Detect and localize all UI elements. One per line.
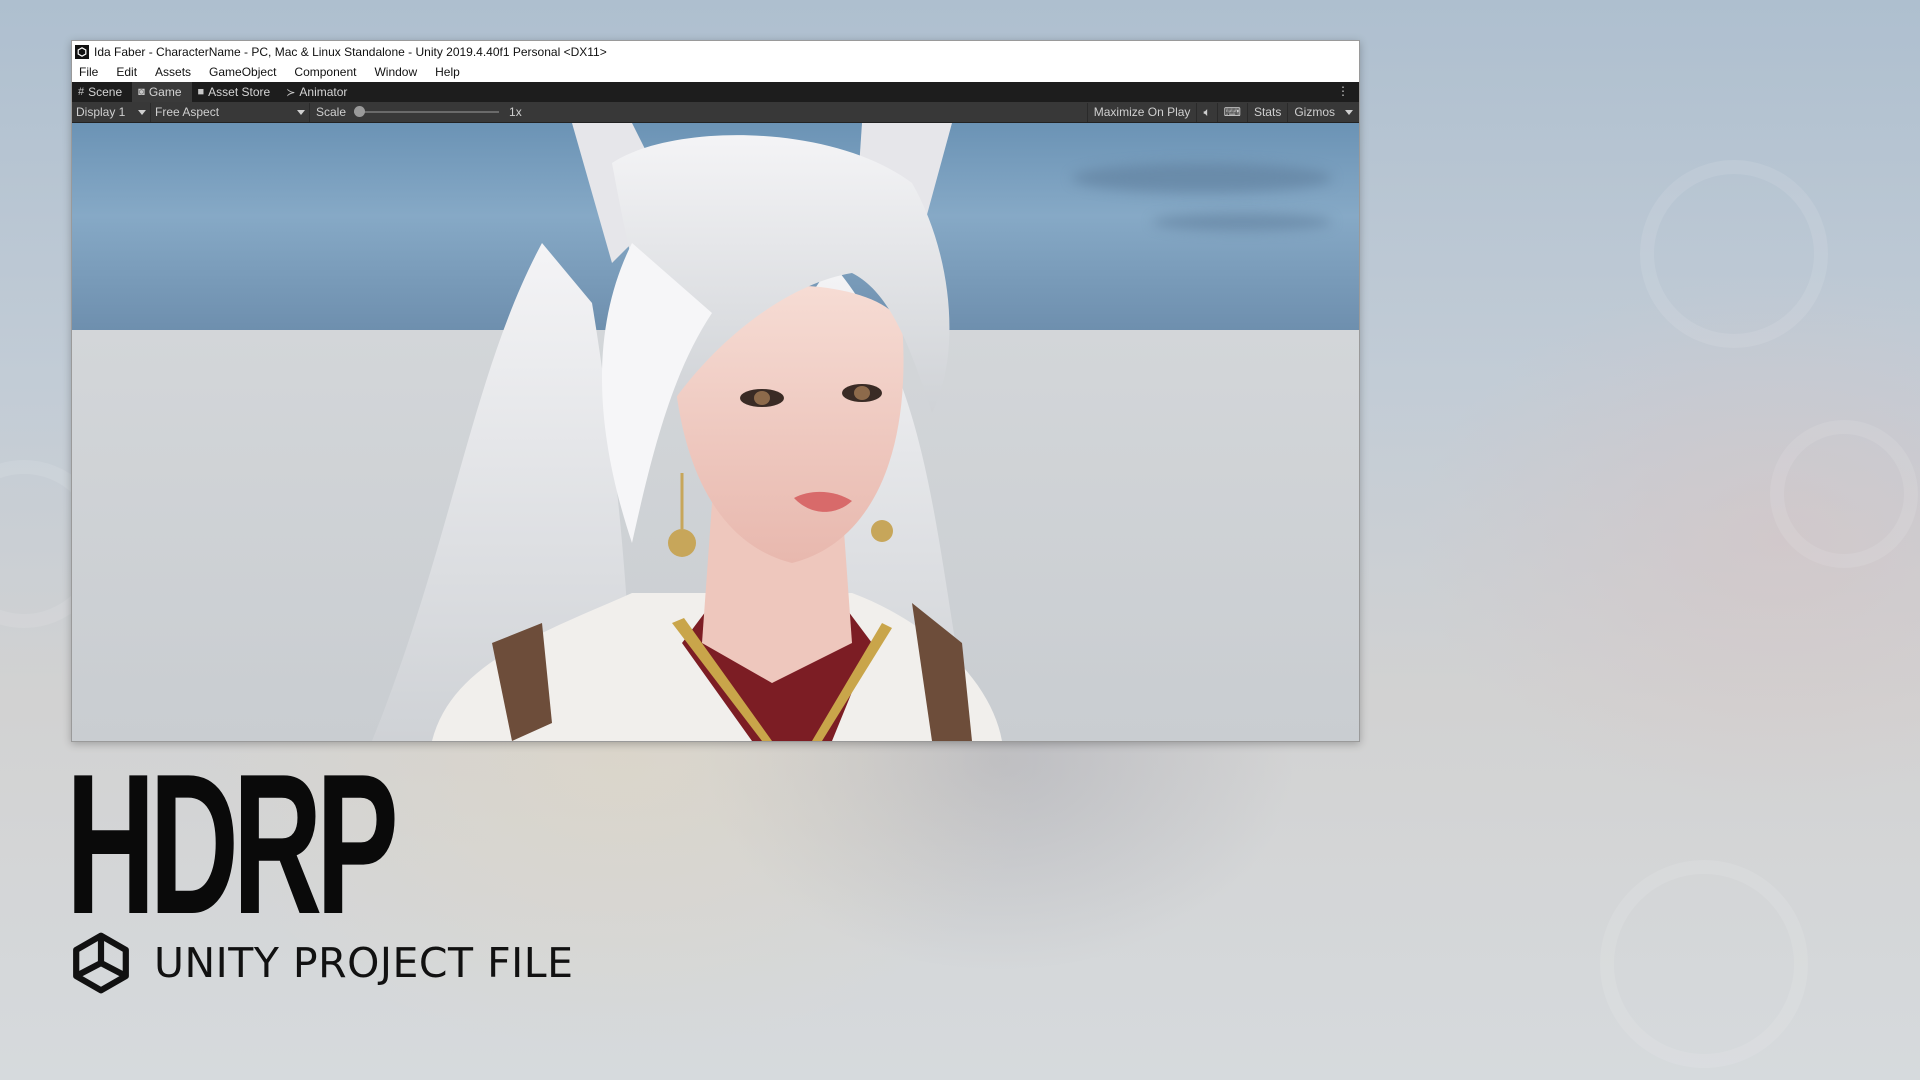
- aspect-dropdown[interactable]: Free Aspect: [151, 102, 310, 122]
- subheadline-text: UNITY PROJECT FILE: [154, 939, 574, 987]
- scale-label: Scale: [316, 105, 347, 119]
- keyboard-shortcuts-toggle[interactable]: ⌨︎: [1216, 102, 1247, 122]
- decorative-swirl: [1770, 420, 1918, 568]
- tab-label: Asset Store: [208, 85, 271, 99]
- decorative-swirl: [1600, 860, 1808, 1068]
- game-view-toolbar: Display 1 Free Aspect Scale 1x Maximize …: [72, 102, 1359, 123]
- chevron-down-icon: [138, 109, 146, 115]
- shopping-bag-icon: ■: [197, 86, 205, 98]
- unity-logo-icon: [73, 932, 129, 994]
- menu-file[interactable]: File: [77, 64, 100, 80]
- more-options-icon[interactable]: ⋮: [1337, 84, 1349, 98]
- mute-audio-toggle[interactable]: 🔈︎: [1196, 102, 1216, 122]
- display-value: Display 1: [76, 105, 126, 119]
- gizmos-label: Gizmos: [1294, 105, 1335, 119]
- unity-app-icon: [75, 44, 89, 59]
- speaker-icon: 🔈︎: [1203, 104, 1211, 119]
- unity-editor-window: Ida Faber - CharacterName - PC, Mac & Li…: [71, 40, 1360, 742]
- menu-help[interactable]: Help: [433, 64, 462, 80]
- tab-label: Animator: [299, 85, 348, 99]
- tab-label: Game: [148, 85, 182, 99]
- tab-label: Scene: [88, 85, 123, 99]
- scale-slider-handle[interactable]: [354, 106, 366, 117]
- stats-label: Stats: [1253, 105, 1282, 119]
- view-tab-bar: # Scene ◙ Game ■ Asset Store ≻ Animator …: [72, 82, 1359, 102]
- game-viewport[interactable]: [72, 123, 1359, 741]
- maximize-label: Maximize On Play: [1093, 105, 1191, 119]
- scale-slider[interactable]: [354, 106, 500, 117]
- menu-bar: File Edit Assets GameObject Component Wi…: [72, 62, 1359, 82]
- toolbar-right-group: Maximize On Play 🔈︎ ⌨︎ Stats Gizmos: [1086, 102, 1359, 122]
- menu-edit[interactable]: Edit: [114, 64, 139, 80]
- window-title: Ida Faber - CharacterName - PC, Mac & Li…: [94, 44, 607, 59]
- maximize-on-play-toggle[interactable]: Maximize On Play: [1086, 102, 1197, 122]
- chevron-down-icon: [297, 109, 305, 115]
- decorative-swirl: [1640, 160, 1828, 348]
- gamepad-icon: ◙: [138, 86, 145, 98]
- menu-component[interactable]: Component: [292, 64, 358, 80]
- subheadline-row: UNITY PROJECT FILE: [70, 932, 574, 994]
- gizmos-dropdown[interactable]: Gizmos: [1287, 102, 1359, 122]
- title-bar: Ida Faber - CharacterName - PC, Mac & Li…: [72, 41, 1359, 62]
- scale-value: 1x: [509, 105, 522, 119]
- tab-animator[interactable]: ≻ Animator: [280, 82, 358, 102]
- headline-hdrp: HDRP: [66, 733, 399, 956]
- grid-icon: #: [78, 86, 85, 98]
- keyboard-icon: ⌨︎: [1223, 105, 1241, 119]
- chevron-down-icon: [1345, 109, 1353, 115]
- tab-asset-store[interactable]: ■ Asset Store: [191, 82, 281, 102]
- menu-window[interactable]: Window: [372, 64, 419, 80]
- display-dropdown[interactable]: Display 1: [72, 102, 151, 122]
- aspect-value: Free Aspect: [155, 105, 220, 119]
- menu-assets[interactable]: Assets: [153, 64, 193, 80]
- tab-game[interactable]: ◙ Game: [132, 82, 192, 102]
- scale-control: Scale 1x: [316, 105, 522, 119]
- stats-toggle[interactable]: Stats: [1246, 102, 1287, 122]
- character-render: [372, 123, 1002, 741]
- tab-scene[interactable]: # Scene: [72, 82, 133, 102]
- menu-gameobject[interactable]: GameObject: [207, 64, 278, 80]
- animator-icon: ≻: [286, 86, 296, 99]
